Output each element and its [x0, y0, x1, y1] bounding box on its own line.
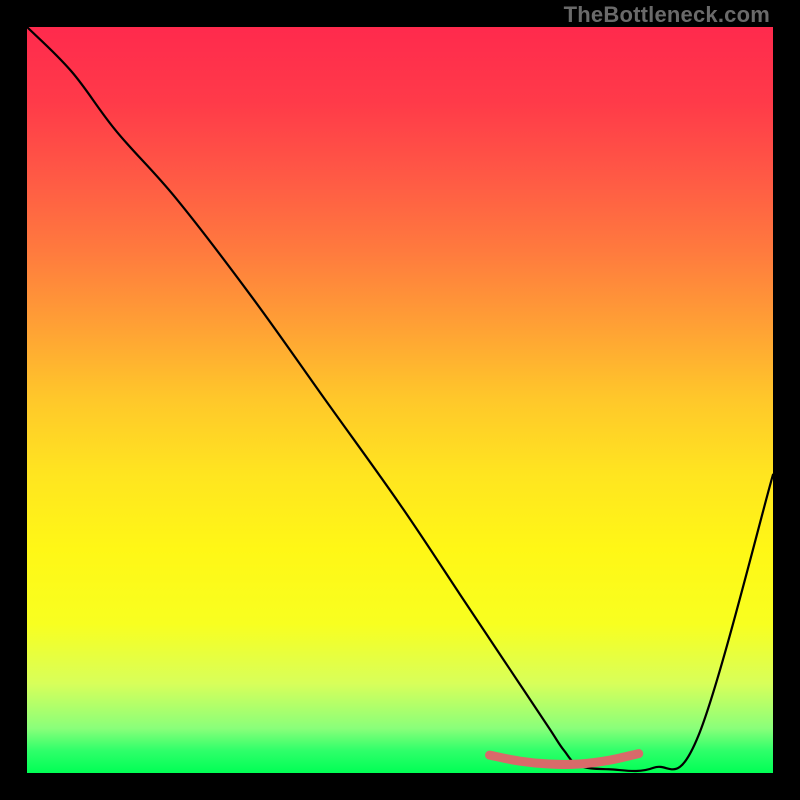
bottleneck-curve-path [27, 27, 773, 771]
chart-svg [27, 27, 773, 773]
optimal-band-path [490, 754, 639, 765]
plot-area [27, 27, 773, 773]
chart-frame: TheBottleneck.com [0, 0, 800, 800]
watermark-label: TheBottleneck.com [564, 2, 770, 28]
